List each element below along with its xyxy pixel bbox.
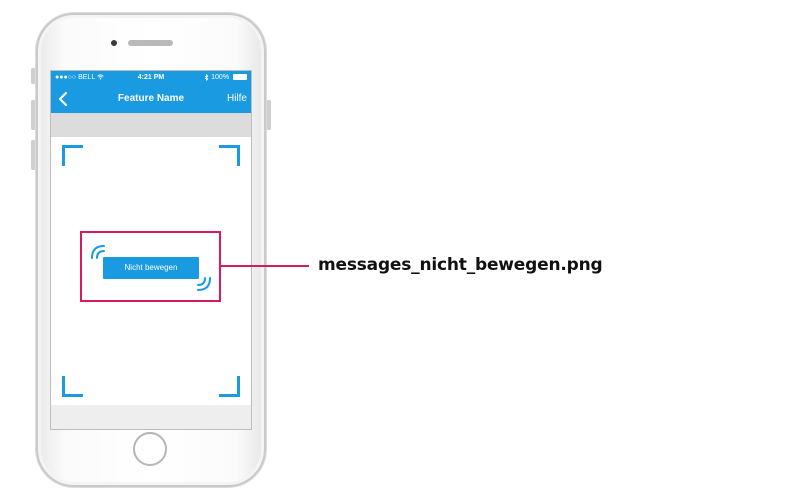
status-bar: ●●●○○ BELL 4:21 PM 100% bbox=[51, 71, 251, 85]
battery-icon bbox=[233, 74, 247, 81]
battery-percent: 100% bbox=[211, 74, 230, 81]
help-button[interactable]: Hilfe bbox=[227, 85, 247, 113]
home-button[interactable] bbox=[133, 432, 167, 466]
top-band bbox=[51, 113, 251, 137]
frame-corner-bottom-right bbox=[219, 376, 240, 397]
navigation-bar: Feature Name Hilfe bbox=[51, 85, 251, 113]
annotation-filename-label: messages_nicht_bewegen.png bbox=[318, 255, 603, 275]
presentation-canvas: ●●●○○ BELL 4:21 PM 100% Feature Name Hil… bbox=[0, 0, 800, 500]
frame-corner-bottom-left bbox=[62, 376, 83, 397]
bottom-band bbox=[51, 405, 251, 429]
frame-corner-top-right bbox=[219, 145, 240, 166]
annotation-highlight-box bbox=[80, 231, 221, 302]
page-title: Feature Name bbox=[117, 93, 185, 104]
frame-corner-top-left bbox=[62, 145, 83, 166]
front-camera bbox=[111, 40, 117, 46]
earpiece-speaker bbox=[128, 40, 173, 46]
power-button bbox=[266, 100, 271, 130]
status-right-group: 100% bbox=[204, 71, 247, 85]
annotation-callout-line bbox=[221, 265, 309, 267]
